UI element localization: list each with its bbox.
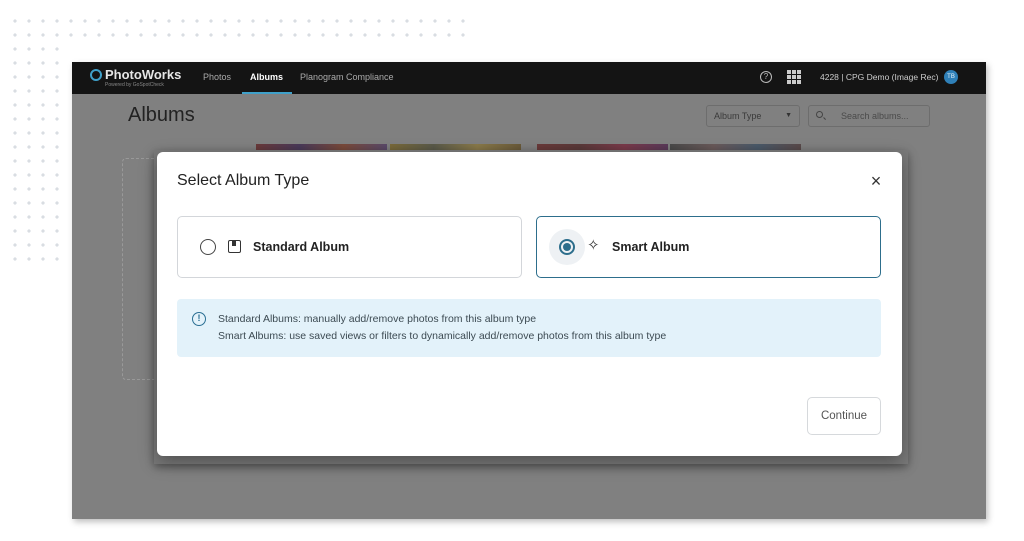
- logo-text: PhotoWorks: [105, 67, 182, 82]
- caret-down-icon: ▼: [785, 112, 792, 119]
- logo-subtitle: Powered by GoSpotCheck: [105, 82, 164, 88]
- search-placeholder: Search albums...: [841, 111, 909, 121]
- standard-album-radio[interactable]: [200, 239, 216, 255]
- info-smart-albums: Smart Albums: use saved views or filters…: [218, 330, 667, 342]
- smart-album-label: Smart Album: [612, 240, 690, 254]
- search-input[interactable]: Search albums...: [808, 105, 930, 127]
- continue-button[interactable]: Continue: [807, 397, 881, 435]
- avatar[interactable]: TB: [944, 70, 958, 84]
- help-icon[interactable]: ?: [760, 71, 772, 83]
- account-label[interactable]: 4228 | CPG Demo (Image Rec): [820, 72, 938, 82]
- album-type-select-value: Album Type: [714, 111, 762, 121]
- close-icon[interactable]: ×: [867, 172, 885, 190]
- nav-albums[interactable]: Albums: [250, 72, 283, 82]
- app-grid-icon[interactable]: [787, 70, 801, 84]
- logo-check-icon: [90, 69, 102, 81]
- standard-album-option[interactable]: Standard Album: [177, 216, 522, 278]
- smart-album-option[interactable]: ✧ Smart Album: [536, 216, 881, 278]
- album-type-info-box: ! Standard Albums: manually add/remove p…: [177, 299, 881, 357]
- search-icon: [816, 111, 823, 118]
- sparkle-icon: ✧: [587, 237, 600, 254]
- dialog-title: Select Album Type: [177, 172, 310, 189]
- nav-active-indicator: [242, 92, 292, 94]
- page-title: Albums: [128, 104, 195, 126]
- select-album-type-dialog: Select Album Type × Standard Album ✧ Sma…: [157, 152, 902, 456]
- standard-album-label: Standard Album: [253, 240, 350, 254]
- info-standard-albums: Standard Albums: manually add/remove pho…: [218, 313, 537, 325]
- book-icon: [228, 240, 241, 253]
- album-type-select[interactable]: Album Type ▼: [706, 105, 800, 127]
- top-navigation-bar: PhotoWorks Powered by GoSpotCheck Photos…: [72, 62, 986, 94]
- nav-photos[interactable]: Photos: [203, 72, 231, 82]
- nav-planogram-compliance[interactable]: Planogram Compliance: [300, 72, 394, 82]
- smart-album-radio[interactable]: [559, 239, 575, 255]
- info-icon: !: [192, 312, 206, 326]
